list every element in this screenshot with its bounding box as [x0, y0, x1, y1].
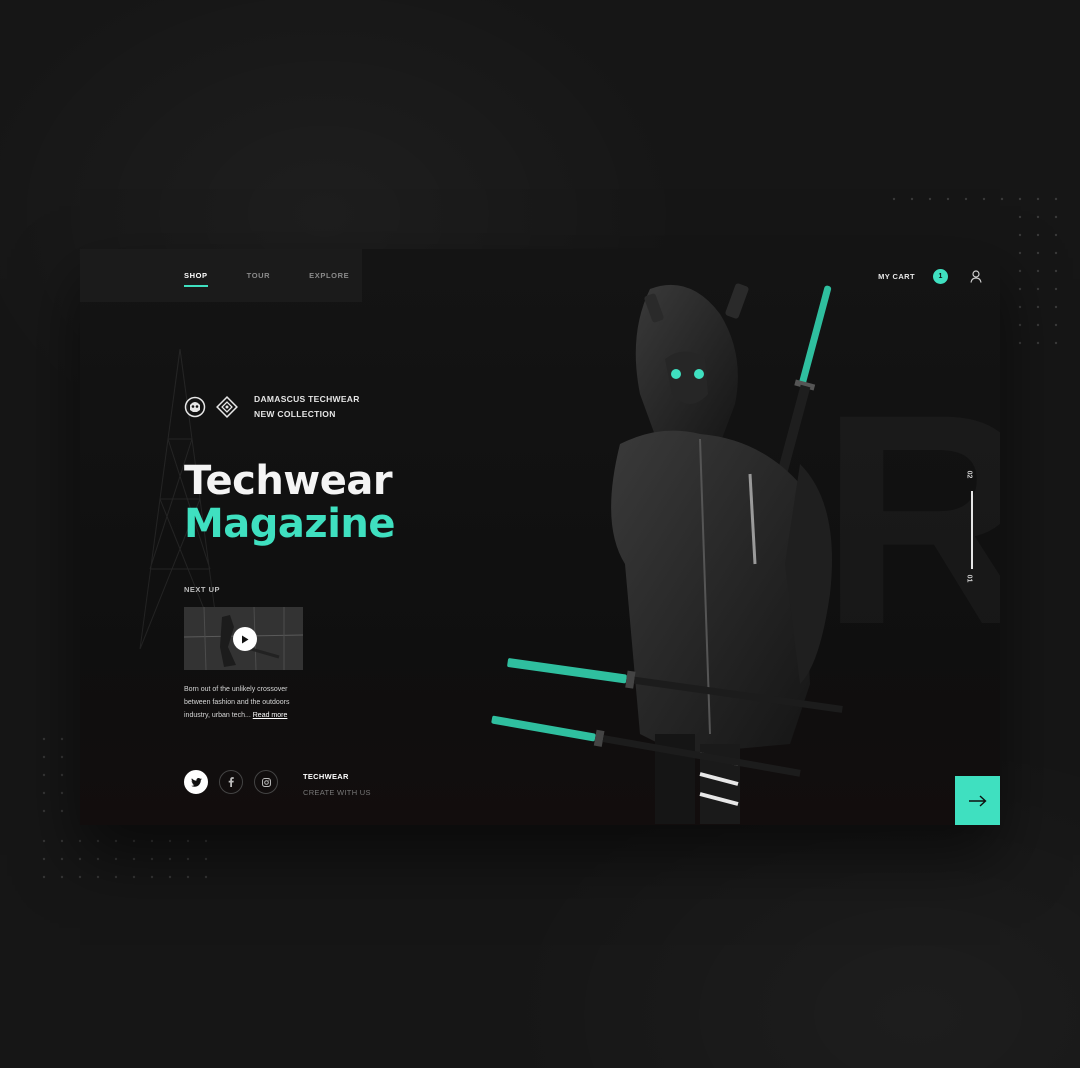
page-title: Techwear Magazine: [184, 458, 396, 547]
next-up-description: Born out of the unlikely crossover betwe…: [184, 683, 314, 722]
pager-progress-line: [971, 491, 973, 569]
footer-subtitle[interactable]: CREATE WITH US: [303, 788, 371, 797]
brand-text: DAMASCUS TECHWEAR NEW COLLECTION: [254, 392, 360, 422]
cart-count-badge[interactable]: 1: [933, 269, 948, 284]
nav-item-shop[interactable]: SHOP: [184, 271, 208, 287]
brand-line1: DAMASCUS TECHWEAR: [254, 394, 360, 404]
twitter-button[interactable]: [184, 770, 208, 794]
skull-badge-icon: [184, 396, 206, 418]
social-links: [184, 770, 278, 794]
next-slide-button[interactable]: [955, 776, 1000, 825]
instagram-button[interactable]: [254, 770, 278, 794]
pager-label-top[interactable]: 02: [965, 471, 972, 479]
play-button[interactable]: [233, 627, 257, 651]
facebook-icon: [228, 777, 234, 787]
title-line2: Magazine: [184, 501, 396, 547]
page-background: R SHOP TOUR EXPLORE MY CART 1: [0, 0, 1080, 1068]
pager-label-bottom[interactable]: 01: [965, 575, 972, 583]
user-icon[interactable]: [970, 270, 982, 283]
nav-item-tour[interactable]: TOUR: [247, 271, 271, 280]
twitter-icon: [190, 777, 202, 787]
facebook-button[interactable]: [219, 770, 243, 794]
video-thumbnail[interactable]: [184, 607, 303, 670]
slide-pager: 02 01: [965, 471, 979, 591]
brand-line2: NEW COLLECTION: [254, 409, 336, 419]
next-up-label: NEXT UP: [184, 585, 221, 594]
footer-brand: TECHWEAR CREATE WITH US: [303, 772, 371, 797]
footer-title: TECHWEAR: [303, 772, 349, 781]
hero-card: R SHOP TOUR EXPLORE MY CART 1: [80, 249, 1000, 825]
instagram-icon: [261, 777, 271, 787]
brand-block: DAMASCUS TECHWEAR NEW COLLECTION: [184, 392, 360, 422]
nav-item-explore[interactable]: EXPLORE: [309, 271, 349, 280]
play-icon: [242, 635, 249, 643]
hero-figure-image: [491, 283, 843, 824]
diamond-logo-icon: [216, 396, 238, 418]
arrow-right-icon: [968, 794, 987, 807]
title-line1: Techwear: [184, 458, 393, 504]
read-more-link[interactable]: Read more: [253, 712, 288, 719]
top-nav: SHOP TOUR EXPLORE: [80, 249, 362, 302]
